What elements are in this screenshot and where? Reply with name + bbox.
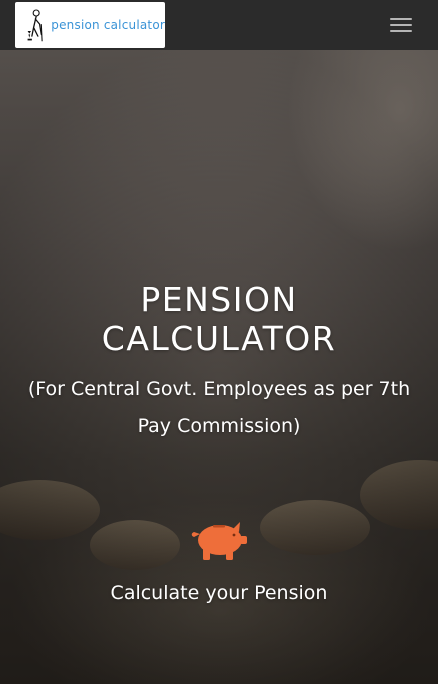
calculate-pension-link[interactable]: Calculate your Pension bbox=[0, 580, 438, 606]
hamburger-menu-icon bbox=[390, 18, 412, 20]
hero-content: PENSION CALCULATOR (For Central Govt. Em… bbox=[0, 50, 438, 684]
hamburger-menu-button[interactable] bbox=[379, 12, 423, 38]
old-man-logo-icon bbox=[27, 9, 43, 42]
brand-text: pension calculator bbox=[51, 18, 165, 32]
title-line-2: CALCULATOR bbox=[101, 319, 337, 358]
piggy-bank-icon[interactable] bbox=[189, 520, 249, 562]
hero-section: PENSION CALCULATOR (For Central Govt. Em… bbox=[0, 50, 438, 684]
page-subtitle: (For Central Govt. Employees as per 7th … bbox=[27, 378, 411, 437]
hamburger-menu-icon bbox=[390, 24, 412, 26]
title-line-1: PENSION bbox=[140, 280, 298, 319]
brand-logo-link[interactable]: pension calculator bbox=[15, 2, 165, 48]
hamburger-menu-icon bbox=[390, 30, 412, 32]
navbar: pension calculator bbox=[0, 0, 438, 50]
page-title: PENSION CALCULATOR bbox=[0, 280, 438, 358]
